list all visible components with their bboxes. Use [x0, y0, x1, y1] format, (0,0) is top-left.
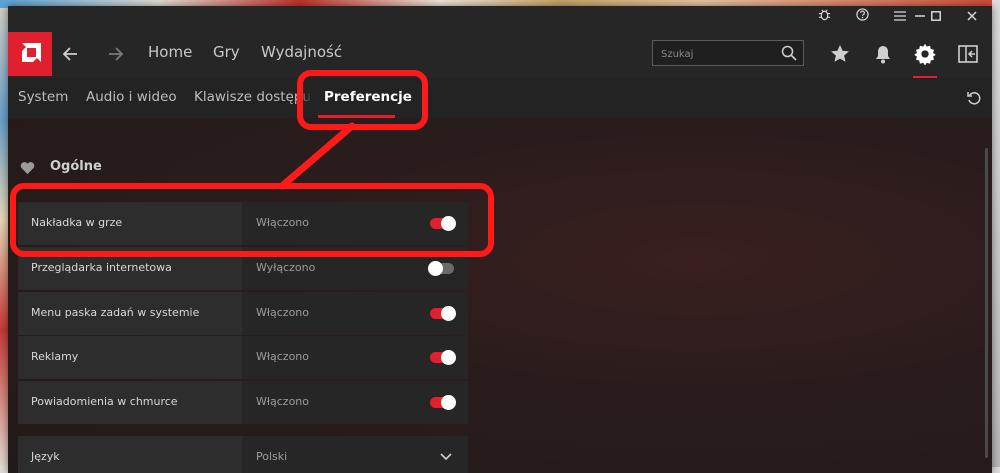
annotation-connector [278, 122, 356, 190]
